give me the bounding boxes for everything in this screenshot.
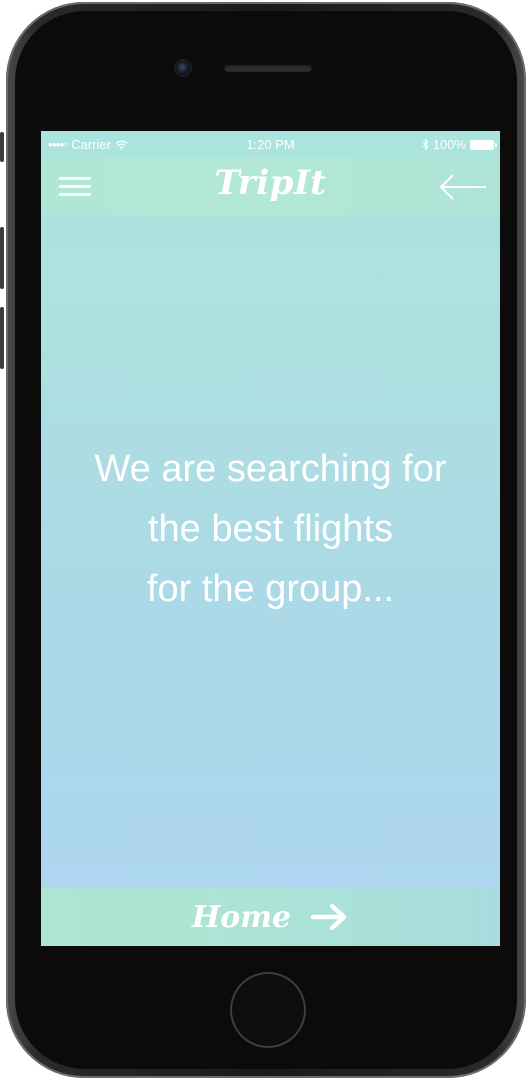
volume-down-button [0, 307, 4, 369]
bluetooth-icon [422, 139, 429, 150]
nav-bar: TripIt [41, 157, 500, 215]
status-right: 100% [422, 137, 497, 152]
status-bar: ●●●●○ Carrier 1:20 PM 100% [41, 131, 500, 157]
volume-up-button [0, 227, 4, 289]
searching-message: We are searching for the best flights fo… [41, 439, 500, 619]
message-line-3: for the group... [146, 568, 395, 610]
home-button-label: Home [191, 899, 292, 935]
right-arrow-icon [311, 903, 347, 931]
battery-icon [470, 139, 497, 150]
back-arrow-icon[interactable] [438, 173, 488, 201]
home-button[interactable]: Home [41, 888, 500, 946]
earpiece-speaker [224, 64, 312, 72]
front-camera [176, 61, 190, 75]
phone-home-button[interactable] [230, 972, 306, 1048]
battery-percent: 100% [432, 137, 466, 152]
app-screen: ●●●●○ Carrier 1:20 PM 100% TripIt We are… [41, 131, 500, 946]
message-line-2: the best flights [147, 508, 394, 550]
message-line-1: We are searching for [94, 448, 447, 490]
mute-switch [0, 132, 4, 162]
app-logo-title: TripIt [214, 163, 327, 203]
